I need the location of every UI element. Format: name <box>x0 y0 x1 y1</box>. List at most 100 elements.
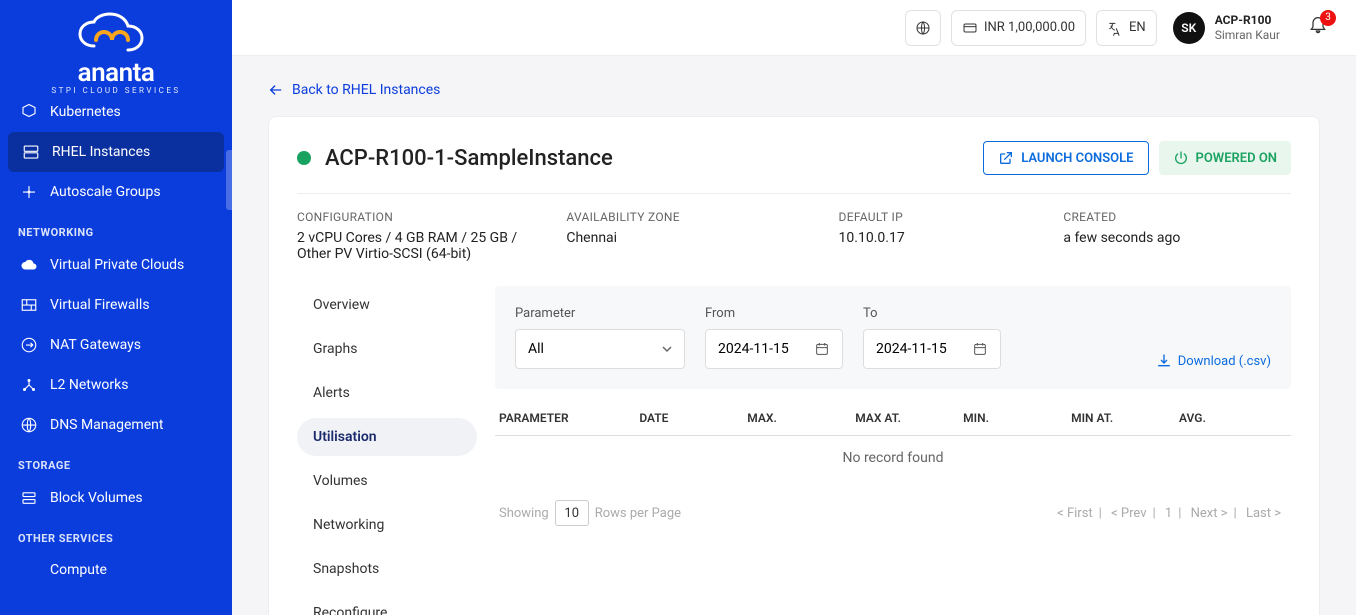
sidebar-item-block-volumes[interactable]: Block Volumes <box>0 478 232 518</box>
pager-first[interactable]: < First <box>1051 506 1099 521</box>
sidebar-item-compute[interactable]: Compute <box>0 551 232 589</box>
to-date-input[interactable]: 2024-11-15 <box>863 329 1001 369</box>
launch-console-button[interactable]: LAUNCH CONSOLE <box>983 141 1148 175</box>
th-max: MAX. <box>747 411 855 425</box>
kubernetes-icon <box>20 103 38 121</box>
pager-last[interactable]: Last > <box>1240 506 1287 521</box>
globe-icon <box>20 416 38 434</box>
notif-badge: 3 <box>1320 10 1336 26</box>
brand-cloud-icon <box>74 12 158 56</box>
download-csv-button[interactable]: Download (.csv) <box>1156 353 1271 369</box>
meta-label: DEFAULT IP <box>839 210 1016 224</box>
tab-snapshots[interactable]: Snapshots <box>297 550 477 588</box>
sidebar-item-label: DNS Management <box>50 417 163 433</box>
back-link-label: Back to RHEL Instances <box>292 82 440 98</box>
user-name: Simran Kaur <box>1215 28 1280 42</box>
external-link-icon <box>998 150 1014 166</box>
balance-value: INR 1,00,000.00 <box>984 20 1075 35</box>
sidebar-item-nat[interactable]: NAT Gateways <box>0 325 232 365</box>
balance-chip[interactable]: INR 1,00,000.00 <box>951 10 1086 46</box>
server-icon <box>22 143 40 161</box>
instance-title: ACP-R100-1-SampleInstance <box>325 146 613 171</box>
meta-label: CREATED <box>1063 210 1291 224</box>
user-menu[interactable]: SK ACP-R100 Simran Kaur <box>1167 12 1286 44</box>
sidebar-item-dns[interactable]: DNS Management <box>0 405 232 445</box>
firewall-icon <box>20 296 38 314</box>
tab-alerts[interactable]: Alerts <box>297 374 477 412</box>
to-date-value: 2024-11-15 <box>876 341 947 357</box>
nat-icon <box>20 336 38 354</box>
filter-parameter: Parameter All <box>515 306 685 369</box>
back-link[interactable]: Back to RHEL Instances <box>268 82 1320 98</box>
th-avg: AVG. <box>1179 411 1287 425</box>
tab-utilisation[interactable]: Utilisation <box>297 418 477 456</box>
tab-overview[interactable]: Overview <box>297 286 477 324</box>
meta-value: Chennai <box>566 230 790 246</box>
sidebar-item-kubernetes[interactable]: Kubernetes <box>0 99 232 132</box>
showing-label: Showing <box>499 506 549 521</box>
th-parameter: PARAMETER <box>499 411 639 425</box>
sidebar-item-rhel-instances[interactable]: RHEL Instances <box>8 132 224 172</box>
rows-per-page-input[interactable] <box>555 500 589 526</box>
sidebar-item-label: Kubernetes <box>50 104 121 120</box>
power-status-button[interactable]: POWERED ON <box>1159 141 1292 175</box>
sidebar-resize-handle[interactable] <box>226 150 232 210</box>
th-min: MIN. <box>963 411 1071 425</box>
translate-icon <box>1107 20 1123 36</box>
meta-label: AVAILABILITY ZONE <box>566 210 790 224</box>
user-title: ACP-R100 <box>1215 13 1280 27</box>
sidebar-item-l2[interactable]: L2 Networks <box>0 365 232 405</box>
cloud-icon <box>20 256 38 274</box>
pager-prev[interactable]: < Prev <box>1105 506 1152 521</box>
vertical-tabs: Overview Graphs Alerts Utilisation Volum… <box>297 286 477 615</box>
calendar-icon <box>814 341 830 357</box>
pager-next[interactable]: Next > <box>1185 506 1234 521</box>
sidebar-section-other: OTHER SERVICES <box>0 518 232 551</box>
th-date: DATE <box>639 411 747 425</box>
meta-az: AVAILABILITY ZONE Chennai <box>566 210 790 262</box>
globe-button[interactable] <box>905 10 941 46</box>
tab-reconfigure[interactable]: Reconfigure <box>297 594 477 615</box>
sidebar-item-autoscale-groups[interactable]: Autoscale Groups <box>0 172 232 212</box>
from-date-input[interactable]: 2024-11-15 <box>705 329 843 369</box>
avatar: SK <box>1173 12 1205 44</box>
parameter-select[interactable]: All <box>515 329 685 369</box>
filter-label: From <box>705 306 843 321</box>
meta-value: 2 vCPU Cores / 4 GB RAM / 25 GB / Other … <box>297 230 518 262</box>
sidebar-item-label: L2 Networks <box>50 377 128 393</box>
sidebar-item-firewalls[interactable]: Virtual Firewalls <box>0 285 232 325</box>
main: INR 1,00,000.00 EN SK ACP-R100 Simran Ka… <box>232 0 1356 615</box>
detail-area: Overview Graphs Alerts Utilisation Volum… <box>297 286 1291 615</box>
tab-volumes[interactable]: Volumes <box>297 462 477 500</box>
autoscale-icon <box>20 183 38 201</box>
brand-name: ananta <box>0 58 232 88</box>
tab-networking[interactable]: Networking <box>297 506 477 544</box>
brand-tagline: STPI CLOUD SERVICES <box>0 86 232 95</box>
table-header: PARAMETER DATE MAX. MAX AT. MIN. MIN AT.… <box>495 389 1291 436</box>
arrow-left-icon <box>268 82 284 98</box>
th-maxat: MAX AT. <box>855 411 963 425</box>
chevron-down-icon <box>662 344 672 354</box>
notifications-button[interactable]: 3 <box>1308 16 1328 40</box>
pager-left: Showing Rows per Page <box>499 500 681 526</box>
filter-bar: Parameter All From 2024-11-15 <box>495 286 1291 389</box>
parameter-value: All <box>528 341 544 357</box>
content: Back to RHEL Instances ACP-R100-1-Sample… <box>232 56 1356 615</box>
sidebar-item-vpc[interactable]: Virtual Private Clouds <box>0 245 232 285</box>
header-actions: LAUNCH CONSOLE POWERED ON <box>983 141 1291 175</box>
sidebar-section-networking: NETWORKING <box>0 212 232 245</box>
launch-console-label: LAUNCH CONSOLE <box>1021 151 1133 166</box>
brand-logo: ananta STPI CLOUD SERVICES <box>0 0 232 99</box>
pagination: Showing Rows per Page < First| < Prev| 1… <box>495 476 1291 526</box>
language-chip[interactable]: EN <box>1096 10 1157 46</box>
sidebar-item-label: NAT Gateways <box>50 337 141 353</box>
th-minat: MIN AT. <box>1071 411 1179 425</box>
sidebar-item-label: Block Volumes <box>50 490 143 506</box>
tab-graphs[interactable]: Graphs <box>297 330 477 368</box>
topbar: INR 1,00,000.00 EN SK ACP-R100 Simran Ka… <box>232 0 1356 56</box>
language-value: EN <box>1129 20 1146 35</box>
meta-value: a few seconds ago <box>1063 230 1291 246</box>
meta-value: 10.10.0.17 <box>839 230 1016 246</box>
empty-message: No record found <box>495 436 1291 476</box>
meta-ip: DEFAULT IP 10.10.0.17 <box>839 210 1016 262</box>
